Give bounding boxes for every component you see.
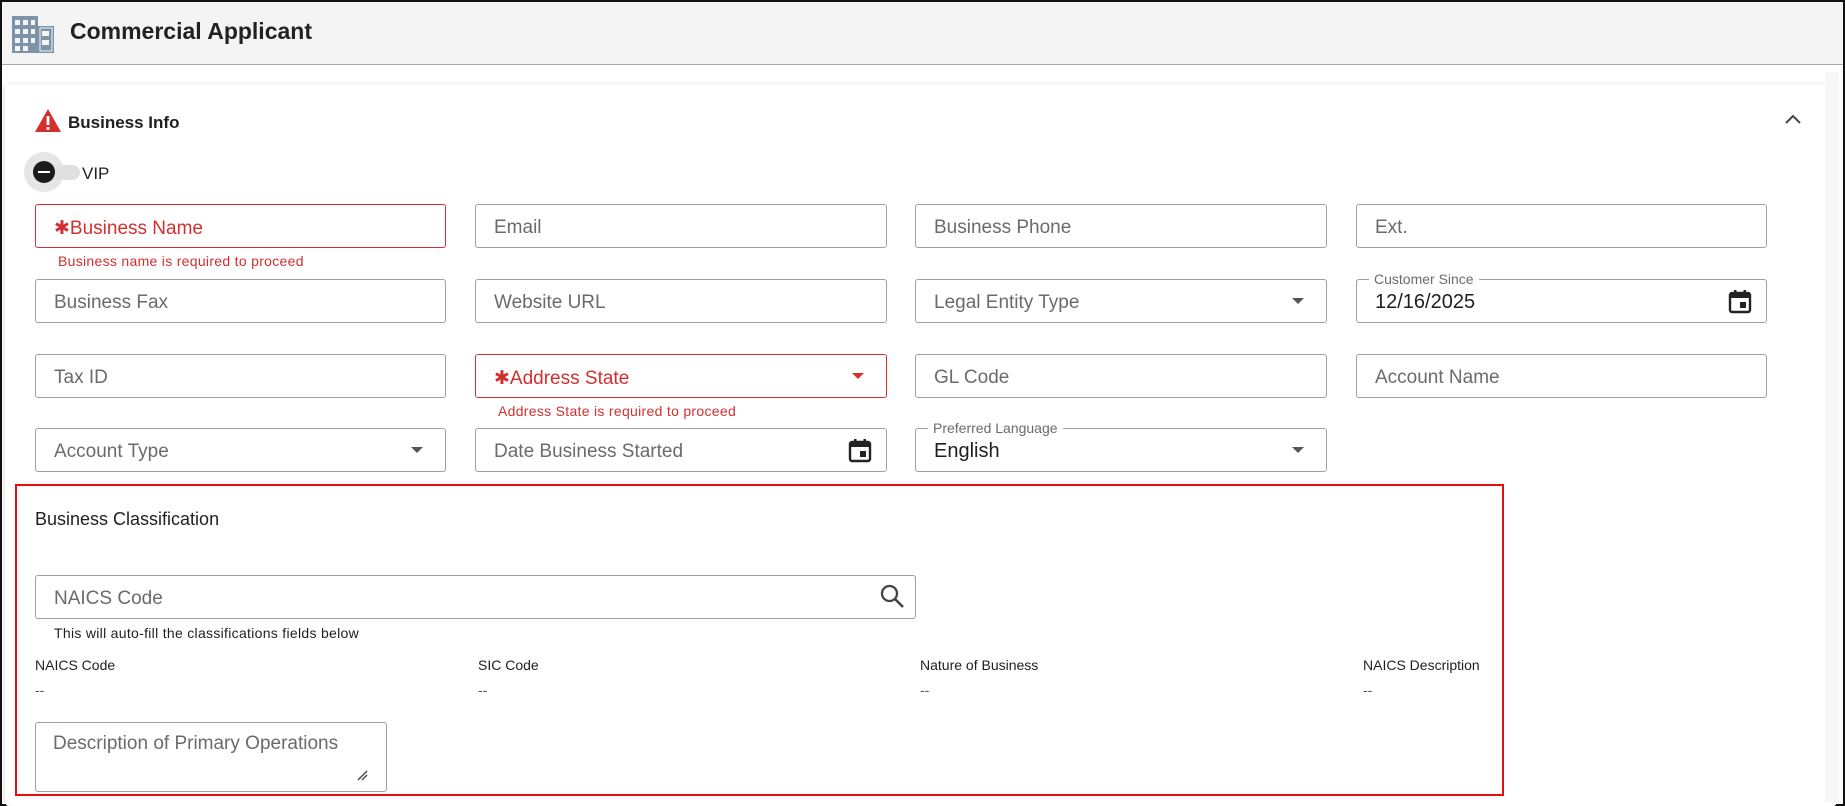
ext-input[interactable]: Ext. — [1356, 204, 1767, 248]
address-state-error: Address State is required to proceed — [498, 403, 737, 419]
tax-id-placeholder: Tax ID — [54, 367, 108, 388]
date-business-started-placeholder: Date Business Started — [494, 441, 684, 462]
calendar-icon[interactable] — [848, 438, 872, 463]
tax-id-input[interactable]: Tax ID — [35, 354, 446, 398]
business-fax-input[interactable]: Business Fax — [35, 279, 446, 323]
date-business-started-input[interactable]: Date Business Started — [475, 428, 887, 472]
account-type-select[interactable]: Account Type — [35, 428, 446, 472]
description-placeholder: Description of Primary Operations — [53, 733, 339, 754]
naics-description-label: NAICS Description — [1363, 657, 1480, 673]
preferred-language-label: Preferred Language — [928, 420, 1063, 436]
dropdown-arrow-icon — [852, 373, 864, 379]
email-input[interactable]: Email — [475, 204, 887, 248]
search-icon[interactable] — [879, 583, 905, 609]
account-type-placeholder: Account Type — [54, 441, 169, 462]
naics-code-placeholder: NAICS Code — [54, 588, 163, 609]
address-state-placeholder: ✱Address State — [494, 368, 630, 389]
gl-code-placeholder: GL Code — [934, 367, 1010, 388]
resize-handle-icon[interactable] — [356, 769, 368, 781]
customer-since-label: Customer Since — [1369, 271, 1479, 287]
business-name-input[interactable]: ✱Business Name — [35, 204, 446, 248]
vip-toggle[interactable] — [24, 152, 80, 192]
building-icon — [12, 16, 54, 53]
gl-code-input[interactable]: GL Code — [915, 354, 1327, 398]
account-name-placeholder: Account Name — [1375, 367, 1500, 388]
legal-entity-type-placeholder: Legal Entity Type — [934, 292, 1080, 313]
business-classification-title: Business Classification — [35, 509, 220, 529]
email-placeholder: Email — [494, 217, 542, 238]
naics-code-value: -- — [35, 682, 45, 698]
chevron-up-icon[interactable] — [1782, 110, 1804, 128]
vip-label: VIP — [82, 164, 110, 183]
website-url-placeholder: Website URL — [494, 292, 606, 313]
customer-since-value: 12/16/2025 — [1375, 291, 1476, 313]
business-phone-placeholder: Business Phone — [934, 217, 1072, 238]
preferred-language-select[interactable]: Preferred Language English — [915, 420, 1327, 472]
dropdown-arrow-icon — [1292, 447, 1304, 453]
business-name-placeholder: ✱Business Name — [54, 218, 203, 239]
toggle-off-icon — [33, 161, 55, 183]
calendar-icon[interactable] — [1728, 289, 1752, 314]
naics-helper-text: This will auto-fill the classifications … — [54, 625, 360, 641]
naics-description-value: -- — [1363, 682, 1373, 698]
legal-entity-type-select[interactable]: Legal Entity Type — [915, 279, 1327, 323]
address-state-select[interactable]: ✱Address State — [475, 354, 887, 398]
nature-of-business-label: Nature of Business — [920, 657, 1039, 673]
preferred-language-value: English — [934, 440, 1000, 462]
sic-code-label: SIC Code — [478, 657, 539, 673]
page-header: Commercial Applicant — [2, 2, 1843, 65]
page-title: Commercial Applicant — [70, 18, 312, 44]
naics-code-search-input[interactable]: NAICS Code — [35, 575, 916, 619]
business-name-error: Business name is required to proceed — [58, 253, 304, 269]
customer-since-date-input[interactable]: Customer Since 12/16/2025 — [1356, 271, 1767, 323]
nature-of-business-value: -- — [920, 682, 930, 698]
dropdown-arrow-icon — [1292, 298, 1304, 304]
business-phone-input[interactable]: Business Phone — [915, 204, 1327, 248]
warning-icon — [35, 109, 61, 132]
scrollbar[interactable] — [1825, 72, 1839, 802]
website-url-input[interactable]: Website URL — [475, 279, 887, 323]
naics-code-label: NAICS Code — [35, 657, 116, 673]
business-fax-placeholder: Business Fax — [54, 292, 169, 313]
sic-code-value: -- — [478, 682, 488, 698]
dropdown-arrow-icon — [411, 447, 423, 453]
description-of-primary-operations-textarea[interactable]: Description of Primary Operations — [35, 722, 387, 792]
section-title[interactable]: Business Info — [68, 113, 179, 133]
ext-placeholder: Ext. — [1375, 217, 1408, 238]
account-name-input[interactable]: Account Name — [1356, 354, 1767, 398]
